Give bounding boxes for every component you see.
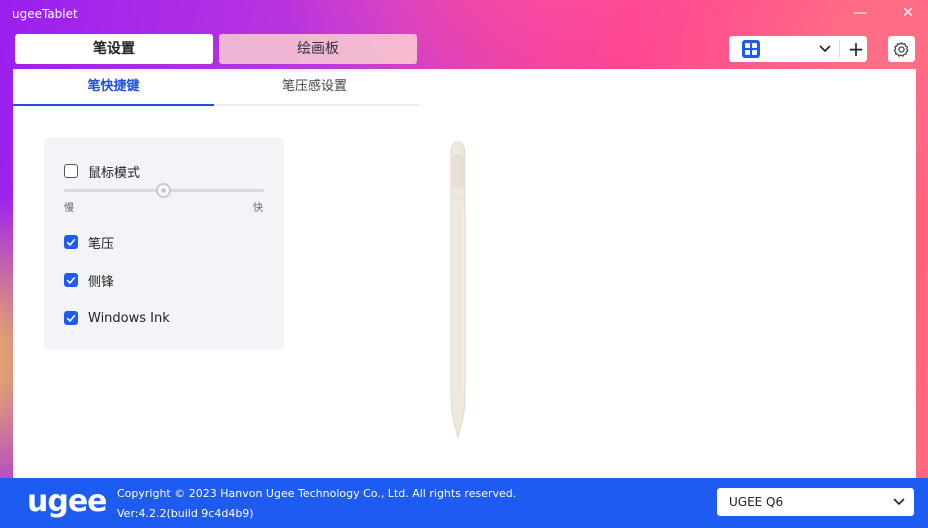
- close-button[interactable]: ✕: [896, 2, 920, 24]
- tab-tablet[interactable]: 绘画板: [219, 34, 417, 64]
- pressure-label: 笔压: [88, 236, 115, 252]
- copyright-text: Copyright © 2023 Hanvon Ugee Technology …: [117, 487, 517, 500]
- tilt-checkbox[interactable]: [64, 273, 78, 287]
- mouse-mode-label: 鼠标模式: [88, 165, 141, 181]
- tab-pen-pressure[interactable]: 笔压感设置: [214, 69, 415, 104]
- tilt-label: 侧锋: [88, 274, 115, 290]
- pen-options-panel: 鼠标模式 慢 快 笔压 侧锋 Windows Ink: [44, 137, 284, 350]
- device-selector[interactable]: +: [729, 36, 867, 62]
- windows-ink-label: Windows Ink: [88, 310, 170, 326]
- version-text: Ver:4.2.2(build 9c4d4b9): [117, 507, 254, 520]
- tab-pen-shortcuts[interactable]: 笔快捷键: [13, 69, 214, 106]
- tab-pen-settings[interactable]: 笔设置: [15, 34, 213, 64]
- divider: [839, 40, 840, 58]
- add-button[interactable]: +: [845, 36, 867, 62]
- windows-ink-option[interactable]: Windows Ink: [64, 308, 170, 328]
- settings-button[interactable]: [888, 36, 915, 62]
- speed-slider-handle[interactable]: [156, 183, 171, 198]
- windows-ink-checkbox[interactable]: [64, 311, 78, 325]
- pen-illustration: [450, 141, 466, 439]
- title-bar: ugeeTablet — ✕: [0, 0, 928, 28]
- pressure-option[interactable]: 笔压: [64, 232, 114, 252]
- chevron-down-icon: [819, 39, 831, 63]
- grid-icon: [742, 40, 760, 58]
- brand-logo: ugee: [27, 484, 108, 519]
- tilt-option[interactable]: 侧锋: [64, 270, 114, 290]
- mouse-mode-checkbox[interactable]: [64, 164, 78, 178]
- mouse-mode-option[interactable]: 鼠标模式: [64, 161, 140, 181]
- minimize-button[interactable]: —: [848, 2, 872, 24]
- gear-icon: [893, 42, 909, 57]
- sub-tab-bar: 笔快捷键 笔压感设置: [13, 69, 419, 106]
- chevron-down-icon: [893, 498, 905, 506]
- slider-max-label: 快: [253, 203, 263, 214]
- model-select[interactable]: UGEE Q6: [717, 488, 914, 516]
- main-content: 笔快捷键 笔压感设置 鼠标模式 慢 快 笔压 侧锋 Windows Ink: [13, 69, 916, 478]
- app-title: ugeeTablet: [12, 7, 78, 21]
- pressure-checkbox[interactable]: [64, 235, 78, 249]
- slider-min-label: 慢: [64, 203, 74, 214]
- footer-bar: ugee Copyright © 2023 Hanvon Ugee Techno…: [0, 478, 928, 528]
- model-select-value: UGEE Q6: [729, 495, 784, 509]
